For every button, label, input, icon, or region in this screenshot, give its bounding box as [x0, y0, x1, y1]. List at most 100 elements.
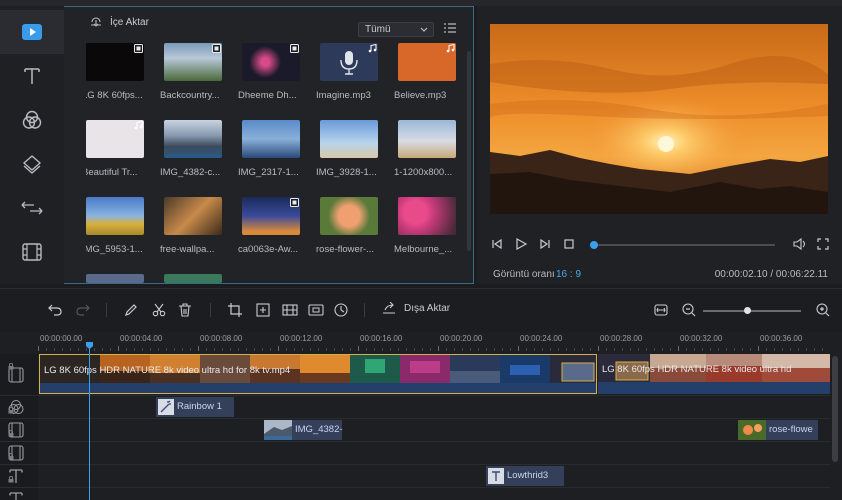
image-clip-2[interactable]: rose-flowe [738, 420, 818, 440]
media-thumbnail [320, 197, 378, 235]
import-button[interactable]: İçe Aktar [90, 17, 149, 28]
previous-frame-icon[interactable] [491, 238, 503, 250]
ruler-tick [526, 348, 527, 351]
ruler-time-label: 00:00:00.00 [40, 334, 83, 343]
ruler-tick [630, 348, 631, 351]
preview-video[interactable] [490, 24, 828, 214]
lock-icon[interactable] [8, 363, 14, 370]
timeline-scrollbar[interactable] [832, 356, 838, 462]
media-item[interactable]: IMG_3928-1... [316, 120, 378, 178]
sidebar-elements-button[interactable] [0, 230, 64, 274]
zoom-out-icon[interactable] [682, 303, 696, 317]
cut-scissors-icon[interactable] [152, 303, 166, 317]
text-clip[interactable]: Lowthrid3 [486, 466, 564, 486]
media-thumbnail[interactable] [86, 274, 144, 283]
progress-knob[interactable] [589, 241, 598, 249]
media-thumbnail[interactable] [164, 274, 222, 283]
media-thumbnail [86, 197, 144, 235]
ruler-tick [366, 348, 367, 351]
list-view-icon[interactable] [444, 23, 456, 33]
zoom-slider-knob[interactable] [744, 307, 752, 314]
video-clip-second[interactable]: LG 8K 60fps HDR NATURE 8k video ultra hd [598, 354, 830, 394]
export-label: Dışa Aktar [404, 302, 451, 314]
track-header [0, 488, 38, 500]
media-item-label: Imagine.mp3 [316, 90, 371, 101]
timeline-zoom-slider[interactable] [703, 310, 801, 312]
import-icon [91, 17, 101, 27]
ruler-time-label: 00:00:32.00 [680, 334, 723, 343]
lock-icon[interactable] [8, 430, 14, 437]
ruler-tick [742, 348, 743, 351]
ruler-tick [214, 348, 215, 351]
next-frame-icon[interactable] [539, 238, 551, 250]
track-header [0, 396, 38, 418]
ruler-time-label: 00:00:36.00 [760, 334, 803, 343]
ruler-tick [166, 348, 167, 351]
media-filter-dropdown[interactable]: Tümü [358, 22, 434, 37]
media-item[interactable]: ca0063e-Aw... [238, 197, 300, 255]
media-item[interactable]: Melbourne_... [394, 197, 456, 255]
media-thumbnail [398, 43, 456, 81]
media-item[interactable]: Dheeme Dh... [238, 43, 300, 101]
crop-icon[interactable] [228, 303, 242, 317]
redo-icon[interactable] [76, 303, 90, 317]
fit-timeline-icon[interactable] [654, 303, 668, 317]
ruler-time-label: 00:00:08.00 [200, 334, 243, 343]
ruler-tick [326, 348, 327, 351]
media-item[interactable]: IMG_4382-c... [160, 120, 222, 178]
aspect-ratio-value[interactable]: 16 : 9 [556, 269, 581, 280]
ruler-tick [814, 348, 815, 351]
effect-clip[interactable]: Rainbow 1 [156, 397, 234, 417]
ruler-time-label: 00:00:16.00 [360, 334, 403, 343]
duration-clock-icon[interactable] [334, 303, 348, 317]
sidebar-media-button[interactable] [0, 10, 64, 54]
sidebar-filters-button[interactable] [0, 98, 64, 142]
ruler-tick [350, 348, 351, 351]
media-item[interactable]: IMG_5953-1... [86, 197, 144, 255]
video-clip-main[interactable]: LG 8K 60fps HDR NATURE 8k video ultra hd… [39, 354, 597, 394]
film-badge-icon [290, 44, 299, 53]
lock-icon[interactable] [8, 476, 14, 483]
media-item[interactable]: Backcountry... [160, 43, 222, 101]
sidebar-text-button[interactable] [0, 54, 64, 98]
media-item-label: LG 8K 60fps... [86, 90, 143, 101]
ruler-tick [726, 348, 727, 351]
delete-trash-icon[interactable] [178, 303, 192, 317]
media-item[interactable]: rose-flower-... [316, 197, 378, 255]
media-item[interactable]: free-wallpa... [160, 197, 222, 255]
export-button[interactable]: Dışa Aktar [382, 302, 450, 314]
ruler-tick [718, 348, 719, 351]
lock-icon[interactable] [8, 407, 14, 414]
media-item[interactable]: LG 8K 60fps... [86, 43, 144, 101]
split-screen-icon[interactable] [282, 303, 298, 317]
sidebar-transitions-button[interactable] [0, 186, 64, 230]
mosaic-icon[interactable] [308, 303, 324, 317]
media-item[interactable]: IMG_2317-1... [238, 120, 300, 178]
edit-toolbar: Dışa Aktar [0, 288, 842, 332]
playhead-line[interactable] [89, 344, 90, 500]
import-label: İçe Aktar [110, 17, 149, 28]
zoom-region-icon[interactable] [256, 303, 270, 317]
image-clip-1[interactable]: IMG_4382- [264, 420, 343, 440]
lock-icon[interactable] [8, 453, 14, 460]
progress-track[interactable] [593, 244, 775, 246]
zoom-in-icon[interactable] [816, 303, 830, 317]
media-item[interactable]: Beautiful Tr... [86, 120, 144, 178]
fullscreen-icon[interactable] [817, 238, 829, 250]
sidebar-overlays-button[interactable] [0, 142, 64, 186]
ruler-time-label: 00:00:28.00 [600, 334, 643, 343]
play-icon[interactable] [515, 238, 527, 250]
ruler-tick [262, 348, 263, 351]
music-badge-icon [134, 121, 143, 130]
media-item[interactable]: Imagine.mp3 [316, 43, 378, 101]
media-scrollbar[interactable] [467, 51, 471, 251]
timeline-ruler[interactable]: 00:00:00.00 00:00:04.00 00:00:08.00 00:00:1… [38, 332, 830, 352]
edit-pencil-icon[interactable] [124, 303, 138, 317]
media-item[interactable]: 1-1200x800... [394, 120, 456, 178]
ruler-tick [78, 348, 79, 351]
ruler-tick [110, 348, 111, 351]
media-item[interactable]: Believe.mp3 [394, 43, 456, 101]
stop-icon[interactable] [563, 238, 575, 250]
volume-icon[interactable] [793, 238, 807, 250]
undo-icon[interactable] [48, 303, 62, 317]
